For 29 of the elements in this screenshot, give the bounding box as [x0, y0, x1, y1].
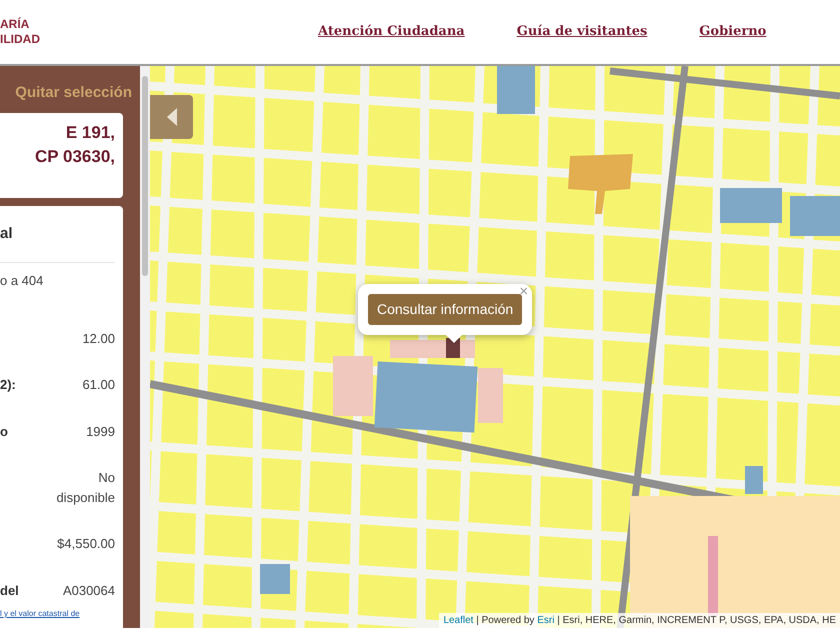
footnote-link[interactable]: l y el valor catastral de — [0, 609, 80, 618]
attribution-link[interactable]: Leaflet — [443, 615, 474, 626]
field-label: del — [0, 582, 19, 600]
collapse-button[interactable] — [150, 95, 193, 139]
address-text: CP 03630, — [34, 146, 115, 168]
card-subtitle: o a 404 — [0, 273, 44, 288]
logo-text: ILIDAD — [0, 32, 41, 47]
consult-info-button[interactable]: Consultar información — [368, 294, 522, 325]
field-label: 2): — [0, 376, 16, 394]
clear-selection-link[interactable]: Quitar selección — [15, 82, 132, 114]
field-value: 12.00 — [82, 330, 115, 348]
field-value: $4,550.00 — [57, 535, 115, 553]
field-value: 1999 — [86, 422, 115, 440]
nav-link[interactable]: Guía de visitantes — [516, 22, 648, 42]
attribution-link[interactable]: Esri — [537, 615, 554, 626]
field-value: No disponible — [55, 469, 115, 507]
card-title: al — [0, 225, 13, 242]
map-drawing[interactable] — [150, 66, 840, 628]
triangle-left-icon — [164, 106, 178, 127]
field-value: 61.00 — [82, 376, 115, 394]
scrollbar[interactable] — [140, 66, 150, 628]
logo-text: ARÍA — [0, 17, 30, 32]
nav-link[interactable]: Gobierno — [699, 22, 766, 42]
attribution-text: | Powered by — [475, 615, 536, 626]
field-value: A030064 — [62, 582, 115, 600]
address-text: E 191, — [66, 122, 115, 144]
attribution-text: | Esri, HERE, Garmin, INCREMENT P, USGS, EPA, USDA, HE — [556, 615, 836, 626]
nav-link[interactable]: Atención Ciudadana — [318, 22, 465, 42]
field-label: o — [0, 422, 8, 440]
